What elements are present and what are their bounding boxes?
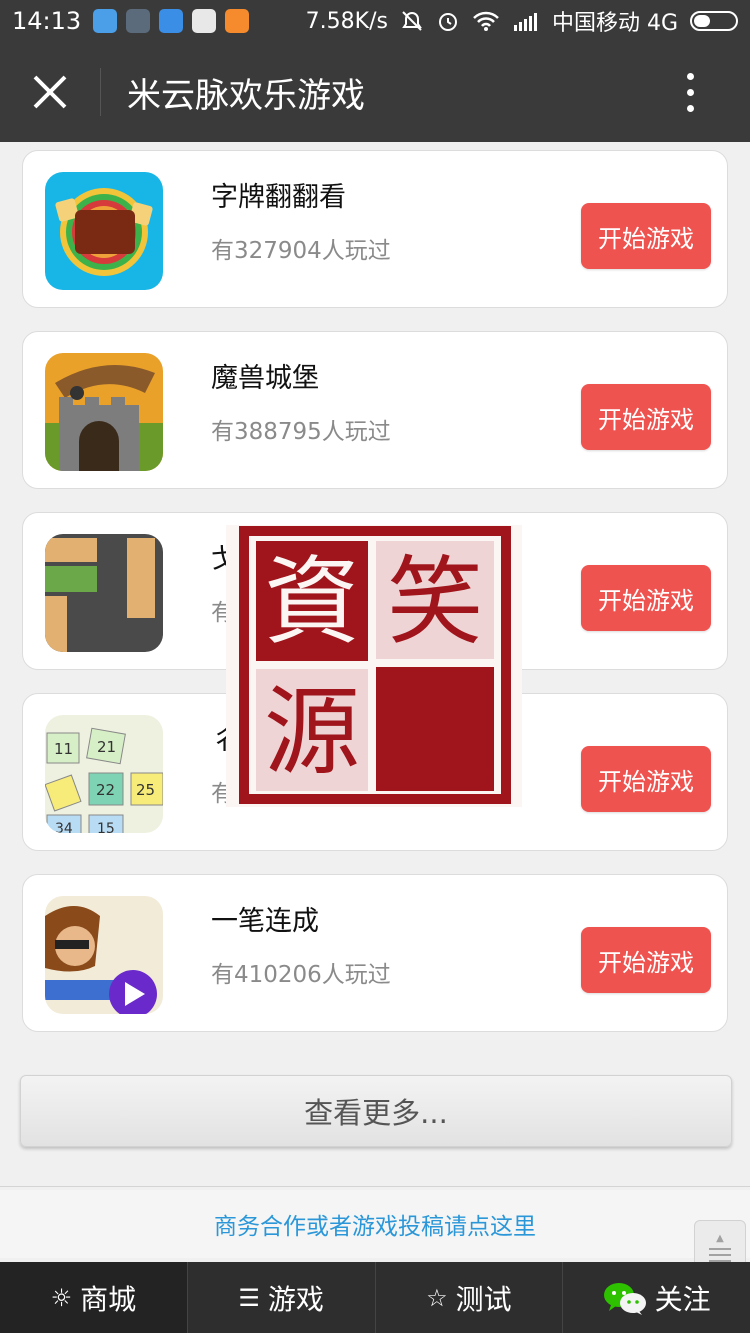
alarm-icon — [438, 13, 457, 31]
nav-label: 测试 — [455, 1282, 512, 1316]
seal-stamp-overlay: 資 笑 源 顏 — [226, 525, 522, 807]
more-menu-button[interactable] — [660, 42, 720, 142]
game-name: 一笔连成 — [211, 906, 319, 937]
close-button[interactable] — [0, 42, 100, 142]
game-card: 魔兽城堡 有388795人玩过 开始游戏 — [22, 331, 728, 489]
bottom-nav: ☼ 商城 ☰ 游戏 ☆ 测试 关注 — [0, 1262, 750, 1333]
game-player-count: 有327904人玩过 — [211, 238, 391, 264]
battery-icon — [690, 11, 738, 31]
game-player-count: 有410206人玩过 — [211, 962, 391, 988]
stamp-char: 源 — [264, 676, 360, 788]
play-store-icon — [192, 9, 217, 33]
divider — [0, 1186, 750, 1187]
nav-label: 关注 — [654, 1282, 711, 1316]
business-cooperation-link[interactable]: 商务合作或者游戏投稿请点这里 — [0, 1190, 750, 1258]
game-name: 魔兽城堡 — [211, 363, 319, 394]
nav-item-follow[interactable]: 关注 — [563, 1262, 750, 1333]
title-bar: 米云脉欢乐游戏 — [0, 42, 750, 142]
sun-icon: ☼ — [50, 1283, 73, 1312]
number-tiles-icon[interactable]: 11 21 22 25 34 15 — [45, 715, 163, 833]
close-icon — [33, 75, 67, 109]
game-card: 字牌翻翻看 有327904人玩过 开始游戏 — [22, 150, 728, 308]
nav-item-shop[interactable]: ☼ 商城 — [0, 1262, 188, 1333]
page-title: 米云脉欢乐游戏 — [127, 75, 365, 116]
tile-number: 22 — [96, 781, 115, 799]
more-dots-icon — [686, 72, 694, 80]
notification-app-icon — [126, 9, 151, 33]
game-player-count: 有388795人玩过 — [211, 419, 391, 445]
stamp-char: 笑 — [387, 546, 483, 658]
start-game-button[interactable]: 开始游戏 — [581, 203, 711, 269]
tile-number: 15 — [97, 821, 115, 833]
nav-item-test[interactable]: ☆ 测试 — [376, 1262, 564, 1333]
net-speed: 7.58K/s — [305, 8, 388, 34]
start-game-button[interactable]: 开始游戏 — [581, 565, 711, 631]
signal-icon — [513, 13, 537, 31]
start-game-button[interactable]: 开始游戏 — [581, 384, 711, 450]
tile-number: 25 — [136, 781, 155, 799]
notification-app-icon — [93, 9, 118, 33]
mute-icon — [402, 11, 422, 31]
carrier-label: 中国移动 4G — [551, 11, 678, 36]
nav-label: 商城 — [80, 1282, 137, 1316]
wifi-icon — [473, 11, 499, 31]
tile-number: 34 — [55, 821, 73, 833]
status-bar: 14:13 7.58K/s 中国移动 4G — [0, 0, 750, 42]
one-stroke-icon[interactable] — [45, 896, 163, 1014]
start-game-button[interactable]: 开始游戏 — [581, 927, 711, 993]
stamp-char: 資 — [264, 546, 360, 658]
nav-label: 游戏 — [267, 1282, 324, 1316]
taobao-icon — [225, 9, 250, 33]
game-card: 一笔连成 有410206人玩过 开始游戏 — [22, 874, 728, 1032]
stamp-char: 顏 — [387, 676, 483, 788]
tile-number: 11 — [54, 740, 73, 758]
star-icon: ☆ — [426, 1283, 448, 1312]
castle-icon[interactable] — [45, 353, 163, 471]
notification-app-icon — [159, 9, 184, 33]
card-flip-icon[interactable] — [45, 172, 163, 290]
nav-item-games[interactable]: ☰ 游戏 — [188, 1262, 376, 1333]
menu-icon: ☰ — [238, 1283, 260, 1312]
title-divider — [100, 68, 101, 116]
chevron-up-icon: ▲ — [716, 1233, 724, 1244]
wood-block-icon[interactable] — [45, 534, 163, 652]
start-game-button[interactable]: 开始游戏 — [581, 746, 711, 812]
view-more-button[interactable]: 查看更多... — [20, 1075, 732, 1147]
wechat-icon — [603, 1282, 646, 1315]
game-name: 字牌翻翻看 — [211, 182, 346, 213]
tile-number: 21 — [97, 738, 116, 756]
status-time: 14:13 — [12, 7, 82, 35]
